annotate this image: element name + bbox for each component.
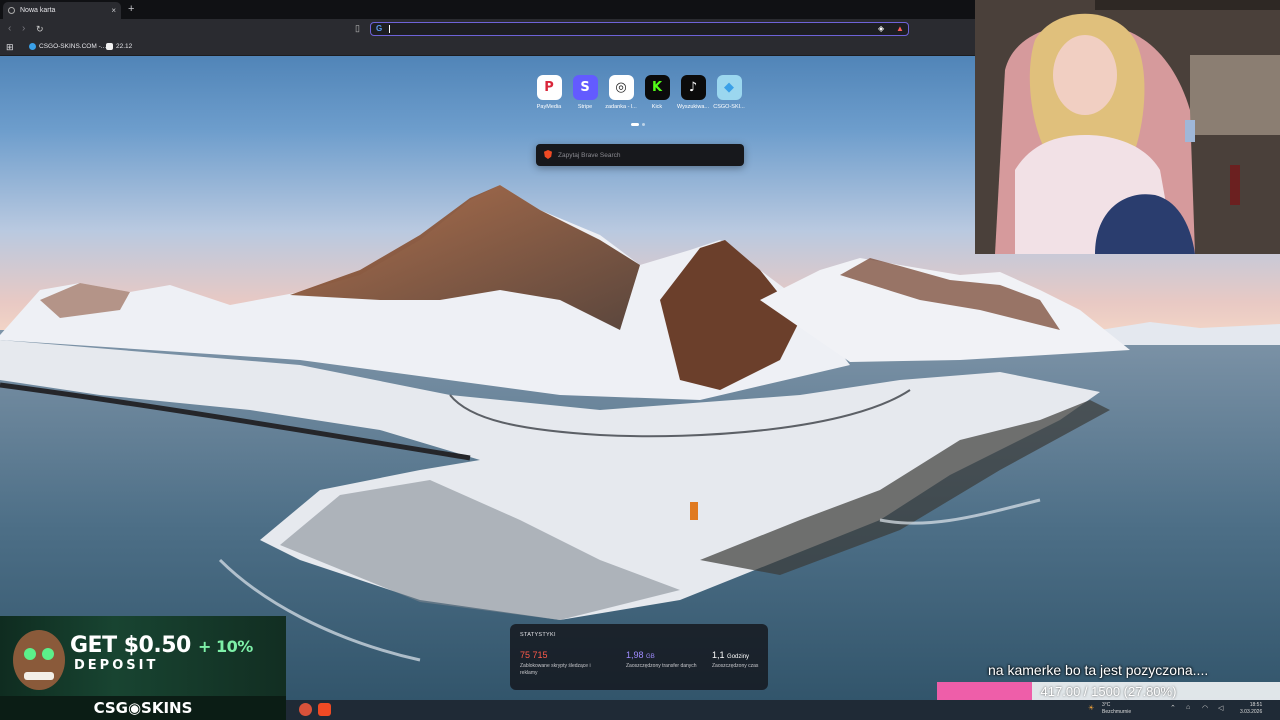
webcam-overlay [975, 0, 1280, 254]
search-input[interactable] [558, 149, 733, 161]
system-clock[interactable]: 18:51 3.03.2026 [1240, 702, 1262, 716]
ad-bonus: + 10% [198, 637, 253, 656]
clock-date: 3.03.2026 [1240, 709, 1263, 715]
stripe-icon: S [572, 75, 598, 100]
zadanka-icon: ◎ [608, 75, 634, 100]
weather-widget[interactable]: 3°C Bezchmurnie [1102, 702, 1131, 716]
clock-time: 18:51 [1249, 702, 1263, 708]
reload-icon[interactable]: ↻ [36, 22, 44, 36]
volume-icon[interactable]: ◁ [1218, 704, 1223, 712]
pager-dot[interactable] [642, 123, 645, 126]
bookmark-icon[interactable]: ▯ [355, 23, 360, 34]
top-site-zadanka[interactable]: ◎ zadanka - l... [603, 75, 639, 110]
monster-mascot-icon [13, 630, 65, 690]
google-icon: G [376, 24, 383, 33]
brave-taskbar-icon[interactable] [318, 703, 331, 716]
top-site-stripe[interactable]: S Stripe [567, 75, 603, 110]
donation-goal-bar: 417.00 / 1500 (27.80%) [937, 682, 1280, 702]
csgo-skins-ad: GET $0.50 + 10% DEPOSIT CSG◉SKINS [0, 616, 286, 720]
stat-trackers-blocked: 75 715 Zablokowane skrypty śledzące i re… [520, 650, 600, 677]
top-site-label: zadanka - l... [605, 104, 637, 110]
stat-value: 1,1 [712, 650, 725, 660]
shield-icon [8, 7, 15, 14]
paymedia-icon: P [536, 75, 562, 100]
stat-description: Zaoszczędzony czas [712, 663, 759, 669]
brave-lion-icon [544, 150, 552, 159]
ad-subline: DEPOSIT [74, 658, 159, 673]
bookmark-csgo-skins[interactable]: CSGO-SKINS.COM -... [29, 43, 106, 50]
wifi-icon[interactable]: ◠ [1202, 704, 1208, 712]
top-site-csgo-skins[interactable]: ◆ CSGO-SKI... [711, 75, 747, 110]
webcam-feed [975, 0, 1280, 254]
bookmark-22-12[interactable]: 22.12 [106, 43, 132, 50]
apps-grid-icon[interactable]: ⊞ [6, 42, 14, 53]
close-icon[interactable]: × [111, 6, 116, 15]
stat-value: 75 715 [520, 650, 548, 660]
browser-toolbar: ‹ › ↻ ▯ G ◈ ▲ [0, 19, 975, 40]
weather-icon: ☀ [1088, 705, 1095, 712]
brave-search-box[interactable] [536, 144, 744, 166]
network-icon[interactable]: ⌂ [1186, 704, 1190, 711]
bookmarks-bar: ⊞ CSGO-SKINS.COM -... 22.12 [0, 40, 975, 56]
tab-title: Nowa karta [20, 7, 56, 14]
weather-temp: 3°C [1102, 702, 1111, 708]
top-site-paymedia[interactable]: P PayMedia [531, 75, 567, 110]
top-site-label: Kick [651, 104, 663, 110]
ad-headline: GET $0.50 + 10% [70, 633, 253, 658]
new-tab-button[interactable]: + [128, 2, 134, 17]
address-bar[interactable]: G ◈ ▲ [370, 22, 909, 36]
rewards-icon[interactable]: ▲ [896, 24, 904, 33]
csgo-skins-icon: ◆ [716, 75, 742, 100]
stat-value: 1,98 [626, 650, 644, 660]
donation-goal-text: 417.00 / 1500 (27.80%) [1040, 684, 1177, 699]
ad-amount: GET $0.50 [70, 633, 191, 658]
text-caret [389, 25, 390, 33]
top-site-label: CSGO-SKI... [713, 104, 745, 110]
top-site-kick[interactable]: K Kick [639, 75, 675, 110]
tab-new-tab[interactable]: Nowa karta × [3, 2, 121, 19]
top-site-label: Stripe [577, 104, 593, 110]
forward-icon[interactable]: › [22, 22, 25, 36]
stat-bandwidth-saved: 1,98 GB Zaoszczędzony transfer danych [626, 650, 706, 670]
stat-unit: Godziny [727, 654, 750, 660]
weather-desc: Bezchmurnie [1102, 709, 1132, 715]
kick-icon: K [644, 75, 670, 100]
page-icon [106, 43, 113, 50]
stats-heading: STATYSTYKI [520, 632, 556, 638]
pager-dot-active[interactable] [631, 123, 639, 126]
top-site-label: Wyszukiwa... [676, 104, 710, 110]
bookmark-label: 22.12 [116, 43, 133, 50]
csgo-skins-icon [29, 43, 36, 50]
stat-time-saved: 1,1 Godziny Zaoszczędzony czas [712, 650, 766, 670]
tiktok-icon: ♪ [680, 75, 706, 100]
stat-description: Zablokowane skrypty śledzące i reklamy [520, 663, 591, 676]
shields-icon[interactable]: ◈ [878, 24, 884, 33]
top-sites-pager [631, 123, 645, 126]
stats-widget: STATYSTYKI 75 715 Zablokowane skrypty śl… [510, 624, 768, 690]
stream-caption: na kamerke bo ta jest pozyczona.... [988, 662, 1209, 678]
tab-strip: Nowa karta × + [0, 0, 975, 19]
chrome-icon[interactable] [299, 703, 312, 716]
stat-description: Zaoszczędzony transfer danych [626, 663, 697, 669]
back-icon[interactable]: ‹ [8, 22, 11, 36]
top-site-tiktok[interactable]: ♪ Wyszukiwa... [675, 75, 711, 110]
ad-brand: CSG◉SKINS [0, 696, 286, 720]
bookmark-label: CSGO-SKINS.COM -... [39, 43, 107, 50]
top-site-label: PayMedia [536, 104, 562, 110]
chevron-up-icon[interactable]: ⌃ [1170, 704, 1176, 712]
stat-unit: GB [646, 654, 655, 660]
